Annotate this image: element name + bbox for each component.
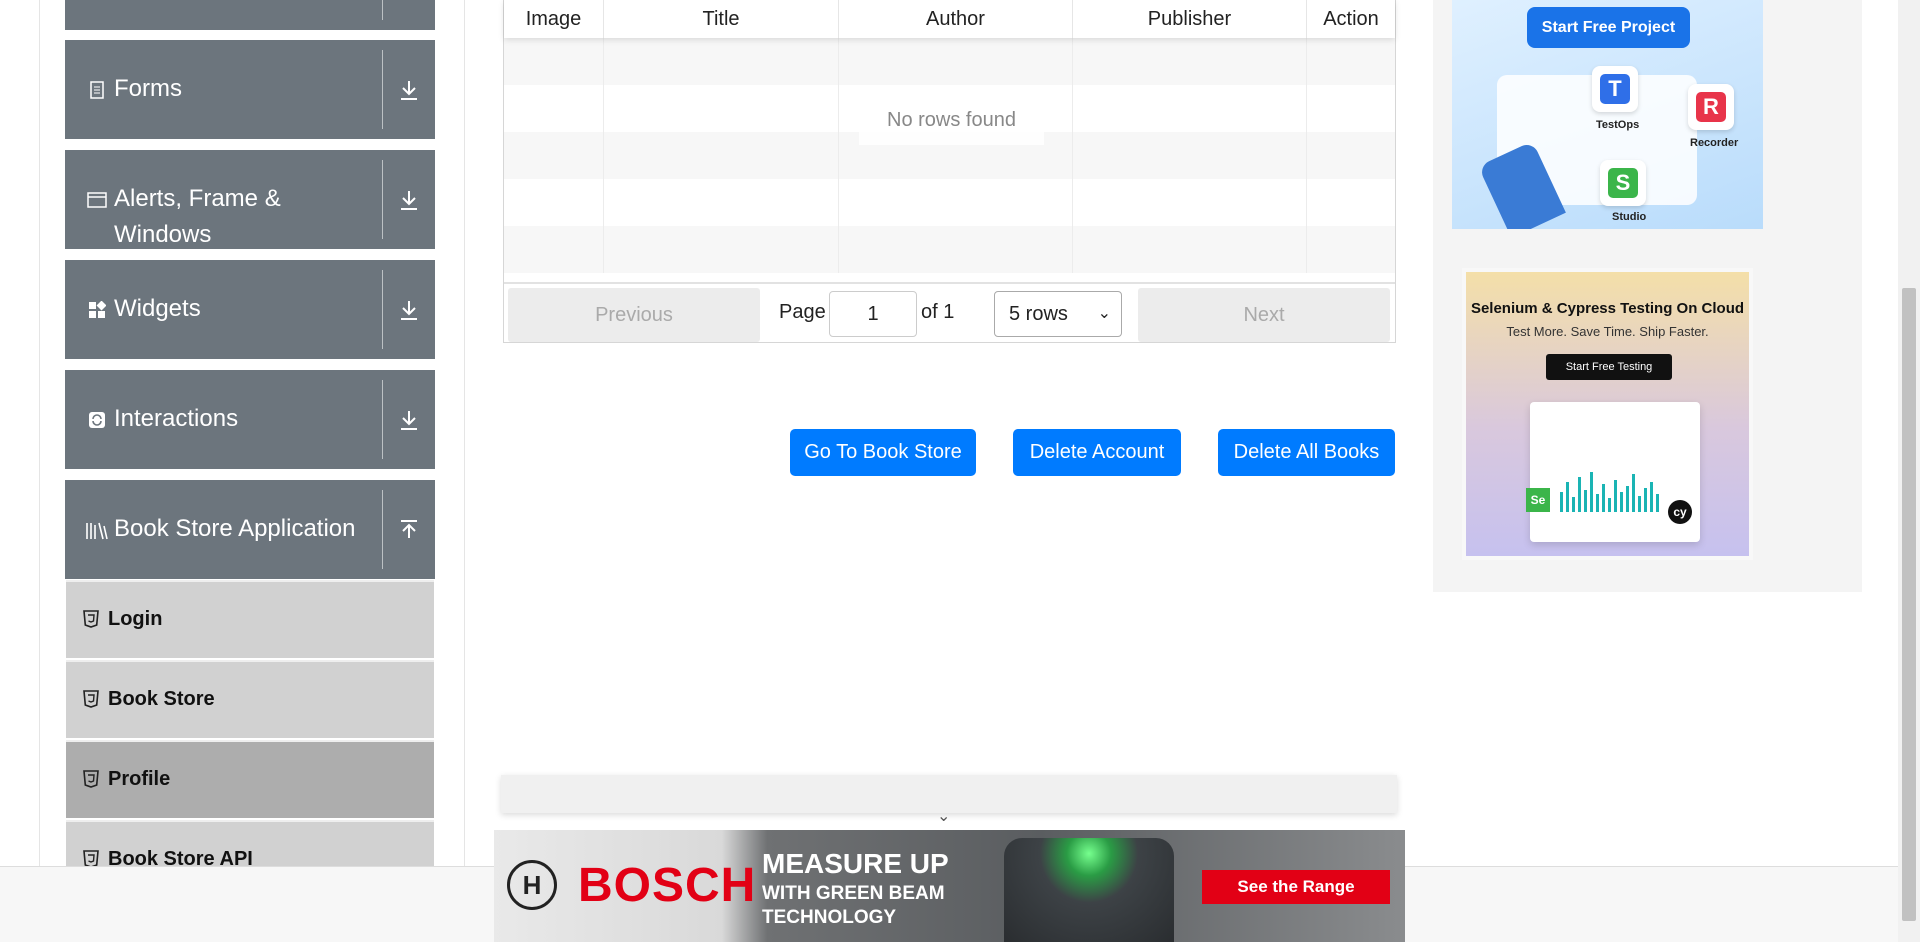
page-label: Page: [779, 301, 826, 323]
bosch-subline: WITH GREEN BEAM TECHNOLOGY: [762, 883, 945, 928]
testops-logo: T: [1592, 66, 1638, 112]
rows-per-page-value: 5 rows: [1009, 303, 1068, 325]
download-arrow-icon[interactable]: [391, 402, 427, 438]
see-the-range-button[interactable]: See the Range: [1202, 870, 1390, 904]
start-free-testing-button[interactable]: Start Free Testing: [1546, 354, 1672, 380]
page-number-input[interactable]: 1: [829, 291, 917, 337]
sidebar-group-interactions[interactable]: Interactions: [65, 370, 435, 469]
table-header: Image Title Author Publisher Action: [504, 0, 1395, 38]
html5-icon: [83, 770, 99, 788]
bosch-logo-icon: H: [507, 860, 557, 910]
delete-all-books-button[interactable]: Delete All Books: [1218, 429, 1395, 476]
next-button[interactable]: Next: [1138, 288, 1390, 342]
books-table: Image Title Author Publisher Action No r…: [503, 0, 1396, 343]
column-header-image[interactable]: Image: [504, 0, 604, 38]
column-header-title[interactable]: Title: [604, 0, 839, 38]
column-header-action[interactable]: Action: [1307, 0, 1395, 38]
bosch-brand: BOSCH: [578, 859, 757, 912]
sidebar-item-label: Book Store: [108, 688, 215, 710]
upload-arrow-icon[interactable]: [391, 512, 427, 548]
recorder-logo: R: [1688, 84, 1734, 130]
chevron-down-icon[interactable]: ⌄: [937, 806, 950, 826]
sidebar-group-label: Alerts, Frame &: [114, 185, 281, 212]
download-arrow-icon[interactable]: [391, 72, 427, 108]
sidebar-group-label: Book Store Application: [114, 515, 356, 542]
rows-per-page-select[interactable]: 5 rows ⌄: [994, 291, 1122, 337]
studio-label: Studio: [1612, 211, 1647, 223]
page-total-label: of 1: [921, 301, 955, 323]
recorder-label: Recorder: [1690, 137, 1739, 149]
sidebar-group-forms[interactable]: Forms: [65, 40, 435, 139]
scrollbar-thumb[interactable]: [1902, 288, 1916, 921]
go-to-book-store-button[interactable]: Go To Book Store: [790, 429, 976, 476]
sidebar-group-label: Widgets: [114, 295, 201, 322]
testops-label: TestOps: [1596, 119, 1640, 131]
download-arrow-icon[interactable]: [391, 182, 427, 218]
sidebar-group-label: Interactions: [114, 405, 239, 432]
ad-subheadline: Test More. Save Time. Ship Faster.: [1506, 324, 1709, 339]
ad-headline: Selenium & Cypress Testing On Cloud: [1470, 300, 1745, 317]
column-header-publisher[interactable]: Publisher: [1073, 0, 1307, 38]
html5-icon: [83, 610, 99, 628]
no-rows-message: No rows found: [859, 95, 1044, 145]
sidebar-group-elements[interactable]: [65, 0, 435, 30]
sidebar-group-label-line2: Windows: [114, 221, 212, 248]
previous-button[interactable]: Previous: [508, 288, 760, 342]
selenium-logo: Se: [1526, 488, 1550, 512]
bosch-headline: MEASURE UP: [762, 848, 949, 879]
studio-logo: S: [1600, 160, 1646, 206]
document-icon: [87, 80, 107, 100]
sidebar-item-book-store[interactable]: Book Store: [66, 660, 434, 738]
table-body: [504, 38, 1395, 273]
start-free-project-button[interactable]: Start Free Project: [1527, 7, 1690, 48]
cypress-logo: cy: [1668, 500, 1692, 524]
download-arrow-icon[interactable]: [391, 292, 427, 328]
laser-level-image: [1004, 838, 1174, 942]
table-row: [504, 38, 1395, 85]
sidebar-group-book-store-application[interactable]: Book Store Application: [65, 480, 435, 579]
interactions-icon: [87, 410, 107, 430]
sidebar-group-label: Forms: [114, 75, 182, 102]
sidebar-item-profile[interactable]: Profile: [66, 740, 434, 818]
window-icon: [87, 190, 107, 210]
widgets-icon: [87, 300, 107, 320]
pagination-bar: Previous Page 1 of 1 5 rows ⌄ Next: [504, 282, 1395, 342]
sidebar-group-widgets[interactable]: Widgets: [65, 260, 435, 359]
page-root: { "sidebar": { "groups": [ {"label": "Fo…: [0, 0, 1920, 942]
books-icon: [85, 520, 109, 540]
table-row: [504, 179, 1395, 226]
sidebar-group-alerts[interactable]: Alerts, Frame & Windows: [65, 150, 435, 249]
sidebar-item-label: Login: [108, 608, 163, 630]
sidebar-item-book-store-api[interactable]: Book Store API: [66, 820, 434, 870]
html5-icon: [83, 690, 99, 708]
ad-bosch-banner[interactable]: H BOSCH MEASURE UP WITH GREEN BEAM TECHN…: [494, 830, 1405, 942]
table-row: [504, 226, 1395, 273]
chevron-down-icon: ⌄: [1097, 305, 1111, 322]
sidebar-item-label: Profile: [108, 768, 171, 790]
ad-lambdatest[interactable]: Selenium & Cypress Testing On Cloud Test…: [1462, 268, 1753, 560]
column-header-author[interactable]: Author: [839, 0, 1073, 38]
ad-katalon[interactable]: Start Free Project T TestOps R Recorder …: [1452, 0, 1763, 229]
delete-account-button[interactable]: Delete Account: [1013, 429, 1181, 476]
sidebar-item-login[interactable]: Login: [66, 580, 434, 658]
